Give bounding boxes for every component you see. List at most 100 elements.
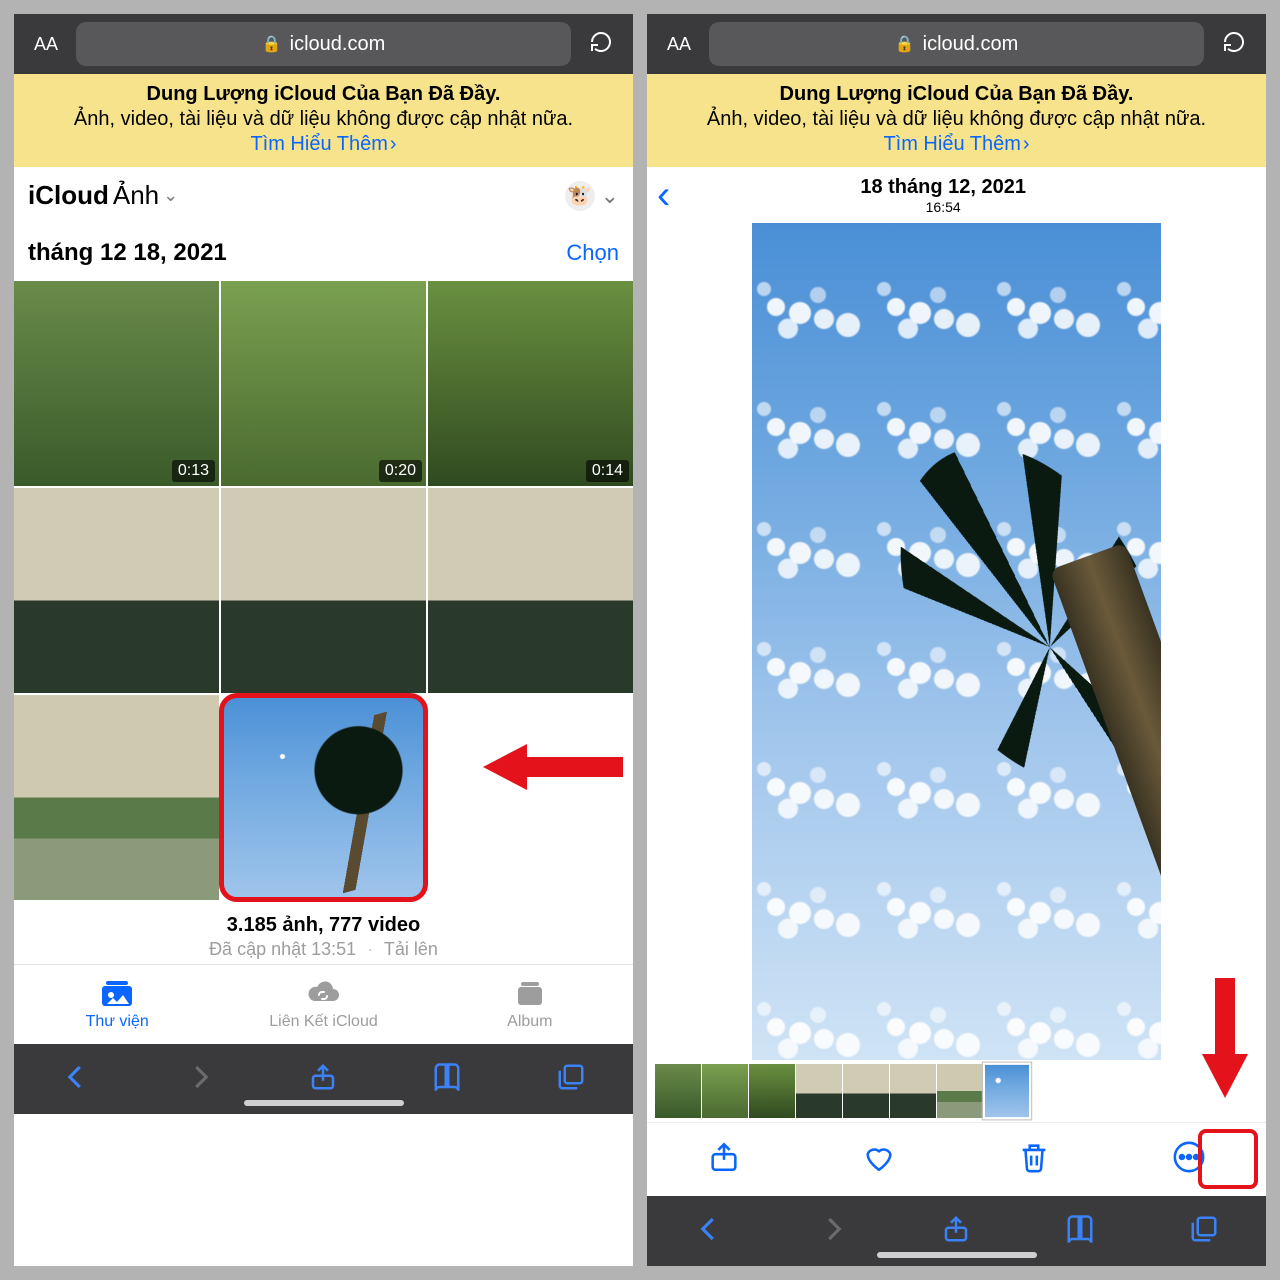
tab-icloud-links[interactable]: Liên Kết iCloud: [220, 965, 426, 1044]
filmstrip-thumb[interactable]: [843, 1064, 889, 1118]
stats-count: 3.185 ảnh, 777 video: [14, 914, 633, 937]
banner-learn-more-link[interactable]: Tìm Hiểu Thêm›: [665, 132, 1248, 157]
section-date: tháng 12 18, 2021: [28, 239, 227, 267]
safari-address-bar: AA 🔒 icloud.com: [14, 14, 633, 74]
trash-icon: [1017, 1140, 1051, 1174]
reader-aa-button[interactable]: AA: [657, 34, 701, 55]
photo-thumb-empty: [428, 695, 633, 900]
delete-button[interactable]: [1017, 1140, 1051, 1179]
share-button[interactable]: [707, 1140, 741, 1179]
detail-date: 18 tháng 12, 2021: [670, 176, 1216, 199]
detail-toolbar: [647, 1122, 1266, 1196]
phone-detail-view: AA 🔒 icloud.com Dung Lượng iCloud Của Bạ…: [647, 14, 1266, 1266]
photo-thumb[interactable]: [221, 488, 426, 693]
filmstrip-thumb[interactable]: [749, 1064, 795, 1118]
duration-badge: 0:14: [586, 460, 629, 482]
more-icon: [1172, 1140, 1206, 1174]
tab-albums[interactable]: Album: [427, 965, 633, 1044]
share-icon: [308, 1062, 338, 1092]
share-icon: [707, 1140, 741, 1174]
select-button[interactable]: Chọn: [566, 240, 619, 266]
back-button[interactable]: [61, 1062, 91, 1097]
share-button[interactable]: [308, 1062, 338, 1097]
back-button[interactable]: [694, 1214, 724, 1249]
url-field[interactable]: 🔒 icloud.com: [76, 22, 571, 66]
library-nav: iCloud Ảnh ⌄ 🐮 ⌄: [14, 167, 633, 225]
tabs-button[interactable]: [556, 1062, 586, 1097]
chevron-left-icon: [694, 1214, 724, 1244]
photo-viewer[interactable]: [647, 223, 1266, 1060]
library-title-dropdown[interactable]: iCloud Ảnh ⌄: [28, 180, 178, 211]
tabs-icon: [556, 1062, 586, 1092]
banner-body: Ảnh, video, tài liệu và dữ liệu không đư…: [665, 107, 1248, 132]
filmstrip-thumb[interactable]: [702, 1064, 748, 1118]
video-thumb[interactable]: 0:20: [221, 281, 426, 486]
duration-badge: 0:20: [379, 460, 422, 482]
photo-grid: 0:13 0:20 0:14: [14, 281, 633, 900]
banner-body: Ảnh, video, tài liệu và dữ liệu không đư…: [32, 107, 615, 132]
library-stats: 3.185 ảnh, 777 video Đã cập nhật 13:51 ·…: [14, 900, 633, 964]
heart-icon: [862, 1140, 896, 1174]
share-button[interactable]: [941, 1214, 971, 1249]
photo-thumb-selected[interactable]: [221, 695, 426, 900]
storage-full-banner: Dung Lượng iCloud Của Bạn Đã Đầy. Ảnh, v…: [14, 74, 633, 167]
filmstrip-thumb-selected[interactable]: [983, 1063, 1031, 1120]
chevron-down-icon: ⌄: [163, 185, 178, 206]
reload-button[interactable]: [579, 30, 623, 59]
chevron-down-icon: ⌄: [601, 183, 619, 209]
photo-thumb[interactable]: [14, 488, 219, 693]
chevron-left-icon: [61, 1062, 91, 1092]
library-icon: [99, 979, 135, 1009]
forward-button: [818, 1214, 848, 1249]
chevron-right-icon: ›: [390, 132, 397, 157]
detail-title: 18 tháng 12, 2021 16:54: [670, 176, 1216, 215]
storage-full-banner: Dung Lượng iCloud Của Bạn Đã Đầy. Ảnh, v…: [647, 74, 1266, 167]
account-menu[interactable]: 🐮 ⌄: [565, 181, 619, 211]
cloud-link-icon: [305, 979, 341, 1009]
detail-nav: ‹ 18 tháng 12, 2021 16:54: [647, 167, 1266, 223]
reload-icon: [589, 30, 613, 54]
book-icon: [432, 1062, 462, 1092]
reader-aa-button[interactable]: AA: [24, 34, 68, 55]
tab-library[interactable]: Thư viện: [14, 965, 220, 1044]
url-field[interactable]: 🔒 icloud.com: [709, 22, 1204, 66]
filmstrip-thumb[interactable]: [796, 1064, 842, 1118]
library-tabbar: Thư viện Liên Kết iCloud Album: [14, 964, 633, 1044]
reload-button[interactable]: [1212, 30, 1256, 59]
detail-time: 16:54: [670, 199, 1216, 215]
filmstrip-thumb[interactable]: [655, 1064, 701, 1118]
filmstrip-thumb[interactable]: [890, 1064, 936, 1118]
banner-title: Dung Lượng iCloud Của Bạn Đã Đầy.: [32, 82, 615, 107]
photo-thumb[interactable]: [14, 695, 219, 900]
photo-thumb[interactable]: [428, 488, 633, 693]
bookmarks-button[interactable]: [1065, 1214, 1095, 1249]
filmstrip[interactable]: [647, 1060, 1266, 1122]
filmstrip-thumb[interactable]: [937, 1064, 983, 1118]
video-thumb[interactable]: 0:13: [14, 281, 219, 486]
stats-updated: Đã cập nhật 13:51: [209, 939, 356, 959]
annotation-highlight-more: [1198, 1129, 1258, 1189]
book-icon: [1065, 1214, 1095, 1244]
reload-icon: [1222, 30, 1246, 54]
banner-learn-more-link[interactable]: Tìm Hiểu Thêm›: [32, 132, 615, 157]
tabs-button[interactable]: [1189, 1214, 1219, 1249]
url-domain: icloud.com: [923, 33, 1019, 56]
tabs-icon: [1189, 1214, 1219, 1244]
chevron-right-icon: [185, 1062, 215, 1092]
chevron-right-icon: [818, 1214, 848, 1244]
favorite-button[interactable]: [862, 1140, 896, 1179]
lock-icon: 🔒: [895, 34, 915, 54]
duration-badge: 0:13: [172, 460, 215, 482]
video-thumb[interactable]: 0:14: [428, 281, 633, 486]
share-icon: [941, 1214, 971, 1244]
url-domain: icloud.com: [290, 33, 386, 56]
chevron-right-icon: ›: [1023, 132, 1030, 157]
forward-button: [185, 1062, 215, 1097]
palm-tree: [276, 704, 426, 900]
albums-icon: [512, 979, 548, 1009]
photo-full: [752, 223, 1161, 1060]
lock-icon: 🔒: [262, 34, 282, 54]
bookmarks-button[interactable]: [432, 1062, 462, 1097]
avatar: 🐮: [565, 181, 595, 211]
more-button[interactable]: [1172, 1140, 1206, 1179]
